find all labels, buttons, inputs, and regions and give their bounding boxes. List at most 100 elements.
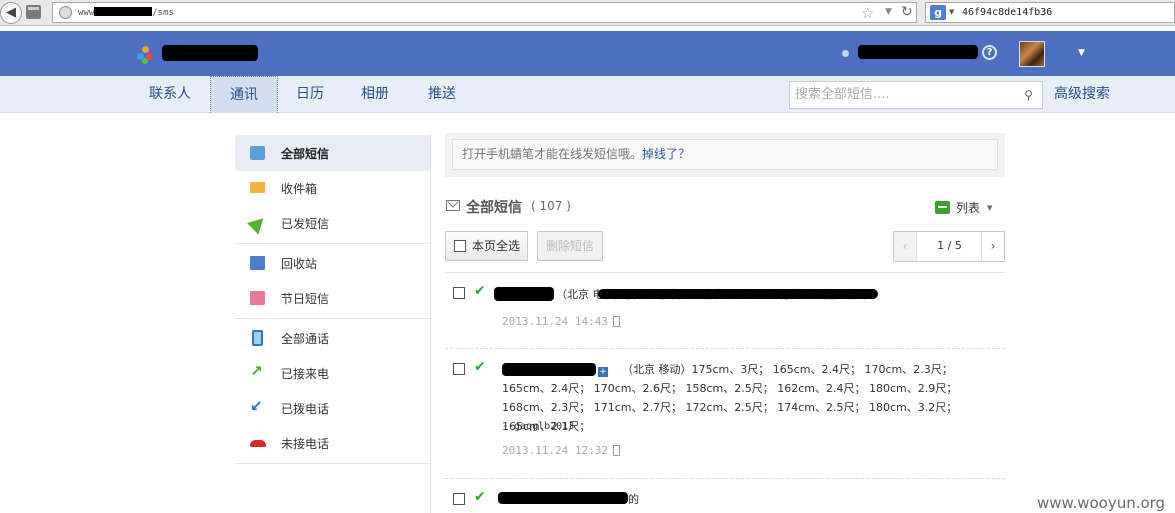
- message-count: ( 107 ): [531, 199, 571, 213]
- sidebar-item-label: 全部短信: [281, 147, 330, 161]
- select-all-button[interactable]: 本页全选: [445, 231, 528, 261]
- sidebar-item-label: 回收站: [281, 257, 318, 271]
- list-view-icon[interactable]: [935, 201, 950, 214]
- page-indicator: 1 / 5: [937, 239, 962, 252]
- back-arrow-icon[interactable]: ◀: [0, 2, 22, 24]
- sidebar-divider: [235, 243, 430, 244]
- message-date-text: 2013.11.24 12:32: [502, 444, 608, 457]
- sidebar-item-label: 节日短信: [281, 292, 330, 306]
- outgoing-call-icon: ↙: [250, 397, 263, 415]
- redacted-content: [498, 492, 628, 504]
- user-menu-dropdown-icon[interactable]: ▼: [1078, 48, 1085, 58]
- read-check-icon: ✔: [474, 489, 486, 505]
- message-checkbox[interactable]: [453, 493, 465, 505]
- url-text: www/sms: [78, 7, 174, 18]
- browser-search-box[interactable]: g ▼ 46f94c8de14fb36: [925, 2, 1175, 23]
- sidebar-divider: [235, 318, 430, 319]
- sidebar-item-label: 已发短信: [281, 217, 330, 231]
- notice-text: 打开手机蜻笔才能在线发短信哦。: [462, 147, 643, 161]
- search-icon[interactable]: ⚲: [1015, 81, 1043, 109]
- tab-album[interactable]: 相册: [351, 76, 399, 113]
- browser-toolbar: ◀ www/sms ☆ ▼ ↻ g ▼ 46f94c8de14fb36: [0, 0, 1175, 26]
- mobile-icon: [612, 316, 620, 327]
- url-prefix: www: [78, 8, 95, 18]
- sms-search-input[interactable]: 搜索全部短信....: [789, 81, 1016, 109]
- offline-help-link[interactable]: 掉线了？: [642, 147, 690, 161]
- app-logo-icon[interactable]: [137, 46, 155, 64]
- mobile-icon: [612, 445, 620, 456]
- envelope-icon: [446, 200, 460, 211]
- message-checkbox[interactable]: [453, 363, 465, 375]
- url-history-dropdown-icon[interactable]: ▼: [885, 7, 892, 17]
- sidebar-item-missed-calls[interactable]: 未接电话: [235, 425, 430, 461]
- sidebar-item-dialed-calls[interactable]: ↙ 已拨电话: [235, 390, 430, 426]
- delete-sms-button[interactable]: 删除短信: [537, 231, 603, 261]
- sidebar-item-label: 全部通话: [281, 332, 330, 346]
- sidebar-item-sent[interactable]: 已发短信: [235, 205, 430, 241]
- select-all-checkbox[interactable]: [454, 240, 466, 252]
- message-date-text: 2013.11.24 14:43: [502, 315, 608, 328]
- avatar[interactable]: [1019, 41, 1045, 67]
- gift-icon: [250, 291, 265, 305]
- advanced-search-link[interactable]: 高级搜索: [1054, 76, 1110, 112]
- sidebar-item-label: 收件箱: [281, 182, 318, 196]
- online-status-dot: [842, 50, 849, 57]
- sidebar-item-label: 未接电话: [281, 437, 330, 451]
- sidebar-item-inbox[interactable]: 收件箱: [235, 170, 430, 206]
- next-page-button[interactable]: ›: [981, 232, 1004, 261]
- message-date: 2013.11.24 14:43: [502, 315, 620, 328]
- sms-bubble-icon: [250, 146, 265, 160]
- read-check-icon: ✔: [474, 359, 486, 375]
- list-title: 全部短信: [466, 200, 522, 216]
- tab-messaging[interactable]: 通讯: [210, 76, 278, 113]
- message-date: 2013.11.24 12:32: [502, 444, 620, 457]
- sidebar-divider: [235, 463, 430, 464]
- bookmark-star-icon[interactable]: ☆: [861, 4, 874, 22]
- sidebar-item-all-calls[interactable]: 全部通话: [235, 320, 430, 356]
- google-icon[interactable]: g: [930, 5, 946, 20]
- redacted-app-name: [162, 45, 258, 61]
- prev-page-button[interactable]: ‹: [894, 232, 917, 261]
- tab-calendar[interactable]: 日历: [286, 76, 334, 113]
- redacted-username[interactable]: [858, 45, 978, 59]
- reload-icon[interactable]: ↻: [901, 4, 913, 20]
- message-checkbox[interactable]: [453, 287, 465, 299]
- read-check-icon: ✔: [474, 283, 486, 299]
- watermark: www.wooyun.org: [1037, 494, 1166, 512]
- notice-box: 打开手机蜻笔才能在线发短信哦。掉线了？: [452, 139, 998, 170]
- tab-push[interactable]: 推送: [418, 76, 466, 113]
- pagination: ‹ 1 / 5 ›: [893, 231, 1005, 262]
- chevron-down-icon[interactable]: ▼: [987, 204, 992, 212]
- sidebar-item-all-sms[interactable]: 全部短信: [235, 135, 430, 171]
- message-divider: [445, 348, 1005, 349]
- sidebar-item-received-calls[interactable]: ↗ 已接来电: [235, 355, 430, 391]
- redacted-sender: [494, 287, 554, 301]
- address-bar[interactable]: www/sms ☆ ▼ ↻: [52, 2, 917, 23]
- inbox-envelope-icon: [250, 182, 265, 193]
- message-text[interactable]: 的: [628, 490, 668, 509]
- sidebar-item-label: 已拨电话: [281, 402, 330, 416]
- sidebar: 全部短信 收件箱 已发短信 回收站 节日短信 全部通话 ↗ 已接来电 ↙ 已拨电…: [235, 133, 431, 513]
- missed-call-icon: [250, 440, 266, 447]
- tab-list-icon[interactable]: [26, 5, 41, 19]
- view-mode-selector[interactable]: 列表: [956, 199, 980, 216]
- trash-box-icon: [250, 256, 265, 270]
- redacted-domain: [94, 7, 153, 16]
- help-icon[interactable]: ?: [982, 45, 997, 60]
- select-all-label: 本页全选: [472, 239, 521, 253]
- message-signature: --gaqglb2013: [502, 421, 575, 432]
- message-divider: [445, 478, 1005, 479]
- incoming-call-icon: ↗: [250, 362, 263, 380]
- sidebar-item-label: 已接来电: [281, 367, 330, 381]
- search-engine-dropdown-icon[interactable]: ▼: [949, 8, 954, 16]
- online-notice: 打开手机蜻笔才能在线发短信哦。掉线了？: [445, 133, 1005, 177]
- sidebar-item-holiday-sms[interactable]: 节日短信: [235, 280, 430, 316]
- sidebar-item-recycle-bin[interactable]: 回收站: [235, 245, 430, 281]
- main-nav: 联系人 通讯 日历 相册 推送 搜索全部短信.... ⚲ 高级搜索: [0, 76, 1175, 113]
- url-suffix: /sms: [152, 8, 174, 18]
- app-header: ? ▼: [0, 31, 1175, 76]
- browser-search-text: 46f94c8de14fb36: [962, 7, 1053, 18]
- paper-plane-icon: [247, 212, 269, 235]
- mobile-phone-icon: [252, 330, 263, 346]
- tab-contacts[interactable]: 联系人: [140, 76, 200, 113]
